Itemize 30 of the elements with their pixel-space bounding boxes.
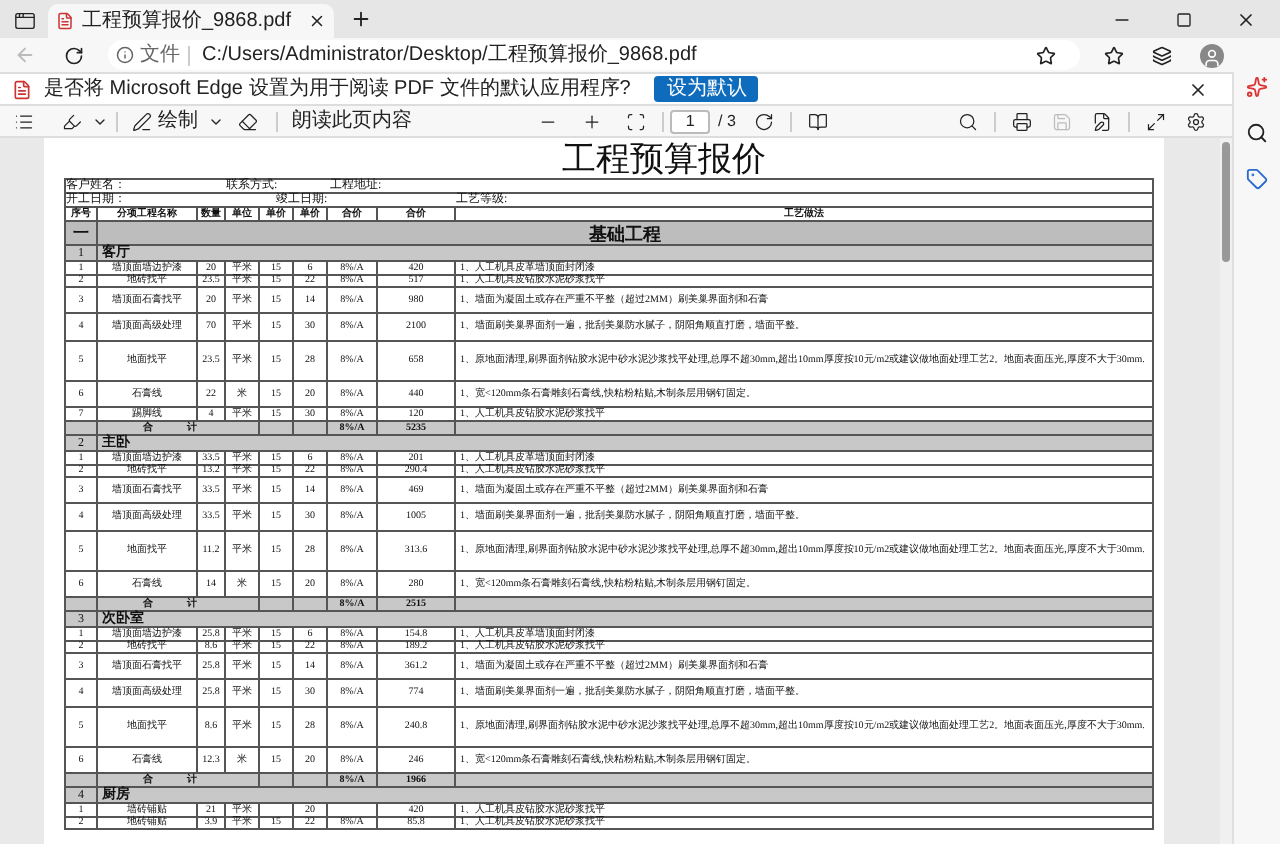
pdf-file-icon <box>12 79 32 99</box>
read-aloud-button[interactable]: 朗读此页内容 <box>286 107 418 135</box>
scrollbar[interactable] <box>1220 138 1232 844</box>
tag-icon[interactable] <box>1246 168 1268 190</box>
close-icon[interactable] <box>1236 10 1256 30</box>
infobar-message: 是否将 Microsoft Edge 设置为用于阅读 PDF 文件的默认应用程序? <box>44 79 631 99</box>
new-tab-icon[interactable] <box>349 8 371 30</box>
address-field[interactable]: 文件 C:/Users/Administrator/Desktop/工程预算报价_9868.pdf <box>108 40 1080 70</box>
pdf-file-icon <box>56 12 74 30</box>
browser-tab[interactable]: 工程预算报价_9868.pdf <box>48 4 333 38</box>
url-text: C:/Users/Administrator/Desktop/工程预算报价_9868.pdf <box>202 45 697 65</box>
search-icon[interactable] <box>1246 122 1268 144</box>
close-icon[interactable] <box>1188 79 1208 99</box>
favorites-icon[interactable] <box>1104 45 1124 65</box>
tab-title: 工程预算报价_9868.pdf <box>82 11 291 31</box>
scheme-label: 文件 <box>140 45 190 65</box>
add-favorite-icon[interactable] <box>1036 45 1056 65</box>
set-default-button[interactable]: 设为默认 <box>654 76 759 102</box>
page-count: / 3 <box>718 113 736 129</box>
refresh-icon[interactable] <box>64 45 84 65</box>
sparkle-icon[interactable] <box>1246 76 1268 98</box>
profile-avatar[interactable] <box>1200 43 1224 67</box>
pen-icon <box>132 111 152 131</box>
info-icon <box>116 46 134 64</box>
draw-button[interactable]: 绘制 <box>126 107 204 135</box>
collections-icon[interactable] <box>1152 45 1172 65</box>
close-icon[interactable] <box>307 12 325 30</box>
page-number-field[interactable]: 1 <box>670 109 711 133</box>
maximize-icon[interactable] <box>1176 12 1192 28</box>
document-title: 工程预算报价 <box>560 142 768 178</box>
